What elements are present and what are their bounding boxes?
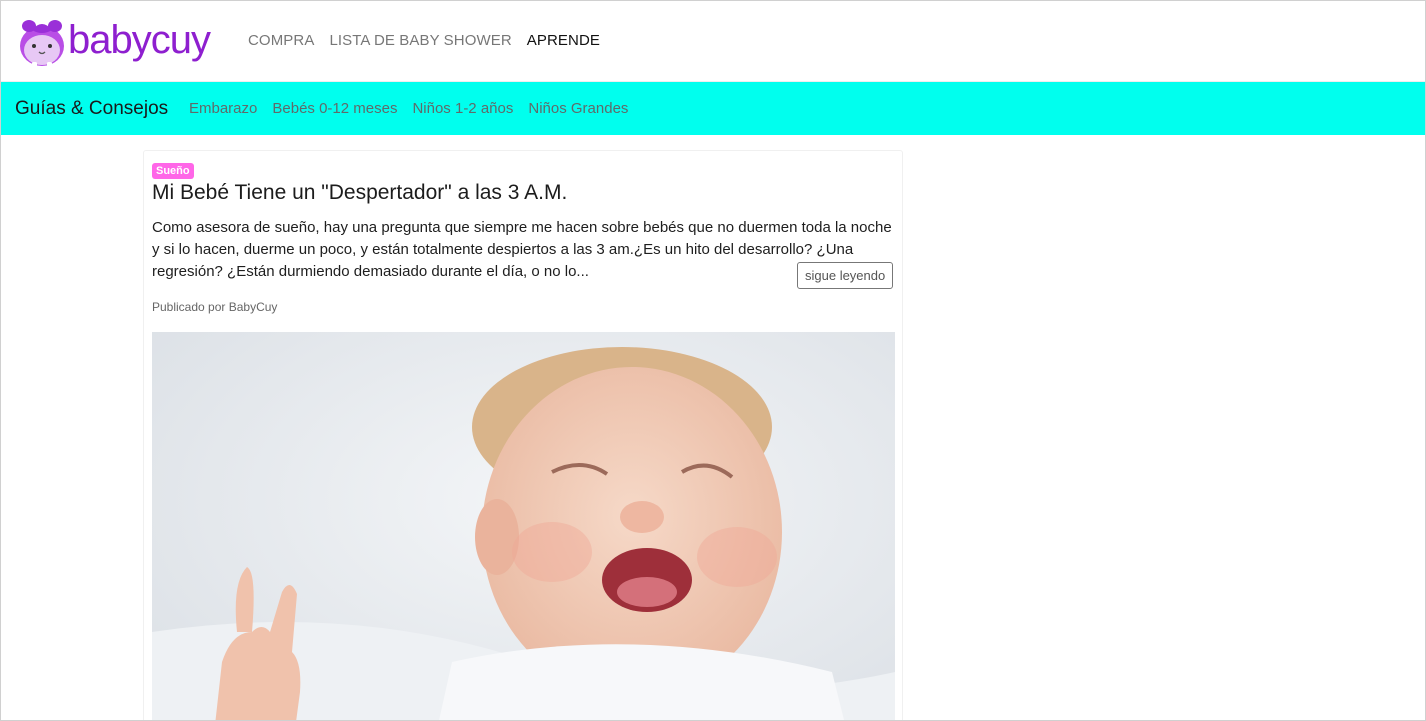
article-author: Publicado por BabyCuy: [152, 300, 278, 314]
top-navbar: babycuy COMPRA LISTA DE BABY SHOWER APRE…: [0, 0, 1426, 82]
guides-brand-link[interactable]: Guías & Consejos: [15, 98, 168, 120]
read-more-button[interactable]: sigue leyendo: [797, 262, 894, 289]
nav-compra[interactable]: COMPRA: [248, 32, 314, 49]
nav-aprende[interactable]: APRENDE: [527, 32, 600, 49]
guinea-pig-logo-icon: [18, 16, 66, 68]
article-excerpt: Como asesora de sueño, hay una pregunta …: [152, 219, 892, 280]
article-title[interactable]: Mi Bebé Tiene un "Despertador" a las 3 A…: [152, 181, 567, 205]
subnav-bebes-0-12[interactable]: Bebés 0-12 meses: [272, 100, 397, 117]
guides-subnav-bar: Guías & Consejos Embarazo Bebés 0-12 mes…: [0, 82, 1426, 135]
main-nav: COMPRA LISTA DE BABY SHOWER APRENDE: [248, 32, 600, 49]
logo-wordmark: babycuy: [68, 17, 211, 62]
guides-subnav: Embarazo Bebés 0-12 meses Niños 1-2 años…: [189, 100, 628, 117]
subnav-embarazo[interactable]: Embarazo: [189, 100, 257, 117]
subnav-ninos-grandes[interactable]: Niños Grandes: [528, 100, 628, 117]
babycuy-logo[interactable]: babycuy: [18, 16, 211, 68]
category-badge[interactable]: Sueño: [152, 163, 194, 179]
article-card: Sueño Mi Bebé Tiene un "Despertador" a l…: [143, 150, 903, 721]
nav-lista-baby-shower[interactable]: LISTA DE BABY SHOWER: [329, 32, 511, 49]
crying-baby-photo[interactable]: [152, 332, 895, 721]
subnav-ninos-1-2[interactable]: Niños 1-2 años: [412, 100, 513, 117]
